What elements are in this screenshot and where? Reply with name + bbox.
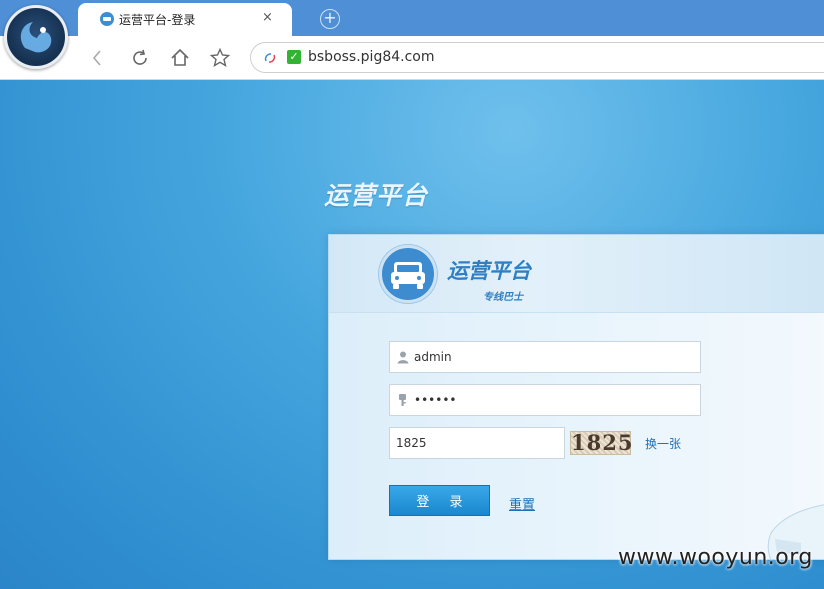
reload-icon[interactable]: [128, 46, 152, 70]
panel-header: 运营平台 专线巴士: [329, 235, 824, 313]
key-icon: [399, 394, 406, 406]
home-icon[interactable]: [168, 46, 192, 70]
captcha-input[interactable]: [396, 428, 561, 458]
login-panel: 运营平台 专线巴士 admin •••••• 1825 1825 换一张 登 录…: [328, 234, 824, 560]
browser-tabbar: 运营平台-登录 × +: [0, 0, 824, 36]
brand-title: 运营平台: [447, 259, 531, 283]
captcha-refresh-link[interactable]: 换一张: [645, 435, 681, 452]
login-page: 运营平台 运营平台 专线巴士 admin •••••• 1825 1825 换一…: [0, 80, 824, 589]
reset-link[interactable]: 重置: [509, 494, 535, 513]
address-bar[interactable]: ✓ bsboss.pig84.com: [250, 42, 824, 73]
captcha-image[interactable]: 1825: [570, 431, 632, 455]
login-button[interactable]: 登 录: [389, 485, 490, 516]
watermark-text: www.wooyun.org: [618, 545, 813, 570]
bus-favicon-icon: [100, 12, 114, 26]
bookmark-star-icon[interactable]: [208, 46, 232, 70]
url-text[interactable]: bsboss.pig84.com: [308, 49, 435, 65]
password-field[interactable]: [389, 384, 701, 416]
secure-check-icon: ✓: [287, 50, 301, 64]
site-info-icon[interactable]: [263, 51, 277, 65]
tab-close-icon[interactable]: ×: [262, 10, 273, 25]
new-tab-icon[interactable]: +: [320, 9, 340, 29]
captcha-field[interactable]: [389, 427, 565, 459]
password-input[interactable]: [414, 385, 694, 415]
tab-title: 运营平台-登录: [119, 13, 196, 27]
browser-tab[interactable]: 运营平台-登录 ×: [78, 3, 292, 36]
page-title: 运营平台: [324, 181, 429, 210]
back-icon[interactable]: [86, 46, 110, 70]
username-input[interactable]: [414, 342, 694, 372]
car-logo-icon: [379, 245, 437, 303]
browser-logo-icon[interactable]: [4, 5, 68, 69]
user-icon: [397, 351, 409, 364]
username-field[interactable]: [389, 341, 701, 373]
brand-subtitle: 专线巴士: [483, 292, 523, 303]
browser-toolbar: ✓ bsboss.pig84.com: [0, 36, 824, 80]
